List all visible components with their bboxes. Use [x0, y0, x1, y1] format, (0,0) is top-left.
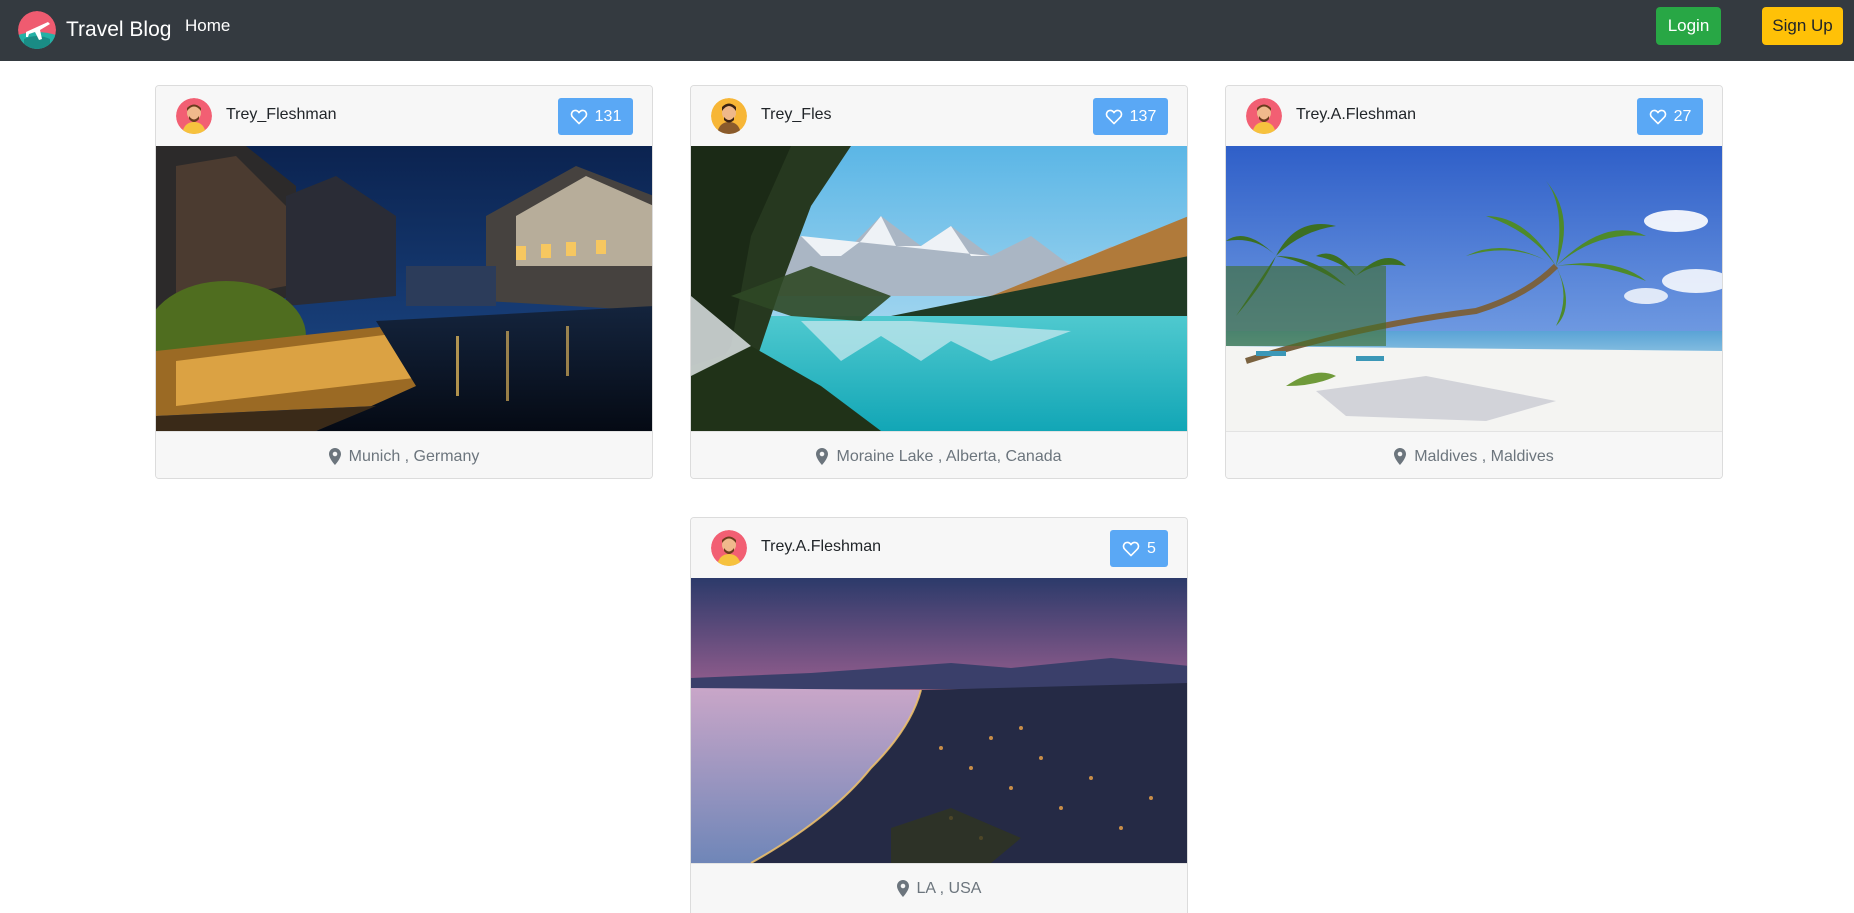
nav-home-link[interactable]: Home	[185, 16, 230, 36]
avatar-icon	[176, 98, 212, 134]
post-location: Munich , Germany	[348, 447, 480, 465]
avatar-icon	[711, 530, 747, 566]
brand-link[interactable]: Travel Blog	[18, 8, 171, 52]
like-count: 27	[1673, 107, 1692, 125]
like-button[interactable]: 27	[1637, 98, 1703, 135]
heart-icon	[570, 109, 587, 124]
post-image-moraine-lake[interactable]	[691, 146, 1188, 431]
like-count: 137	[1129, 107, 1157, 125]
heart-icon	[1649, 109, 1666, 124]
like-count: 5	[1147, 539, 1156, 557]
plane-globe-logo-icon	[18, 11, 56, 49]
like-button[interactable]: 131	[558, 98, 633, 135]
post-image-maldives[interactable]	[1226, 146, 1723, 431]
heart-icon	[1122, 541, 1140, 556]
sign-up-button[interactable]: Sign Up	[1762, 7, 1843, 45]
post-card: Trey.A.Fleshman 5 LA , USA	[690, 517, 1188, 913]
brand-title: Travel Blog	[66, 18, 172, 41]
card-footer: Moraine Lake , Alberta, Canada	[691, 431, 1187, 478]
post-location: Maldives , Maldives	[1414, 447, 1554, 465]
post-image-munich[interactable]	[156, 146, 653, 431]
post-image-la[interactable]	[691, 578, 1188, 863]
post-username[interactable]: Trey.A.Fleshman	[1296, 106, 1416, 124]
map-marker-icon	[1394, 448, 1407, 465]
card-footer: LA , USA	[691, 863, 1187, 913]
post-card: Trey_Fleshman 131 Munich , Germany	[155, 85, 653, 479]
map-marker-icon	[816, 448, 829, 465]
avatar-icon	[711, 98, 747, 134]
post-username[interactable]: Trey.A.Fleshman	[761, 538, 881, 556]
card-header: Trey_Fleshman 131	[156, 86, 652, 147]
heart-icon	[1105, 109, 1122, 124]
login-button[interactable]: Login	[1656, 7, 1721, 45]
post-username[interactable]: Trey_Fles	[761, 106, 832, 124]
avatar-icon	[1246, 98, 1282, 134]
card-header: Trey_Fles 137	[691, 86, 1187, 147]
post-username[interactable]: Trey_Fleshman	[226, 106, 337, 124]
map-marker-icon	[896, 880, 909, 897]
like-button[interactable]: 5	[1110, 530, 1168, 567]
card-header: Trey.A.Fleshman 27	[1226, 86, 1722, 147]
map-marker-icon	[328, 448, 341, 465]
post-location: LA , USA	[916, 879, 982, 897]
card-footer: Munich , Germany	[156, 431, 652, 478]
post-card: Trey.A.Fleshman 27 Maldives , Maldives	[1225, 85, 1723, 479]
card-header: Trey.A.Fleshman 5	[691, 518, 1187, 579]
card-footer: Maldives , Maldives	[1226, 431, 1722, 478]
post-card: Trey_Fles 137 Moraine Lake , Alberta, Ca…	[690, 85, 1188, 479]
post-location: Moraine Lake , Alberta, Canada	[836, 447, 1062, 465]
like-count: 131	[594, 107, 622, 125]
navbar: Travel Blog Home Login Sign Up	[0, 0, 1854, 61]
like-button[interactable]: 137	[1093, 98, 1168, 135]
